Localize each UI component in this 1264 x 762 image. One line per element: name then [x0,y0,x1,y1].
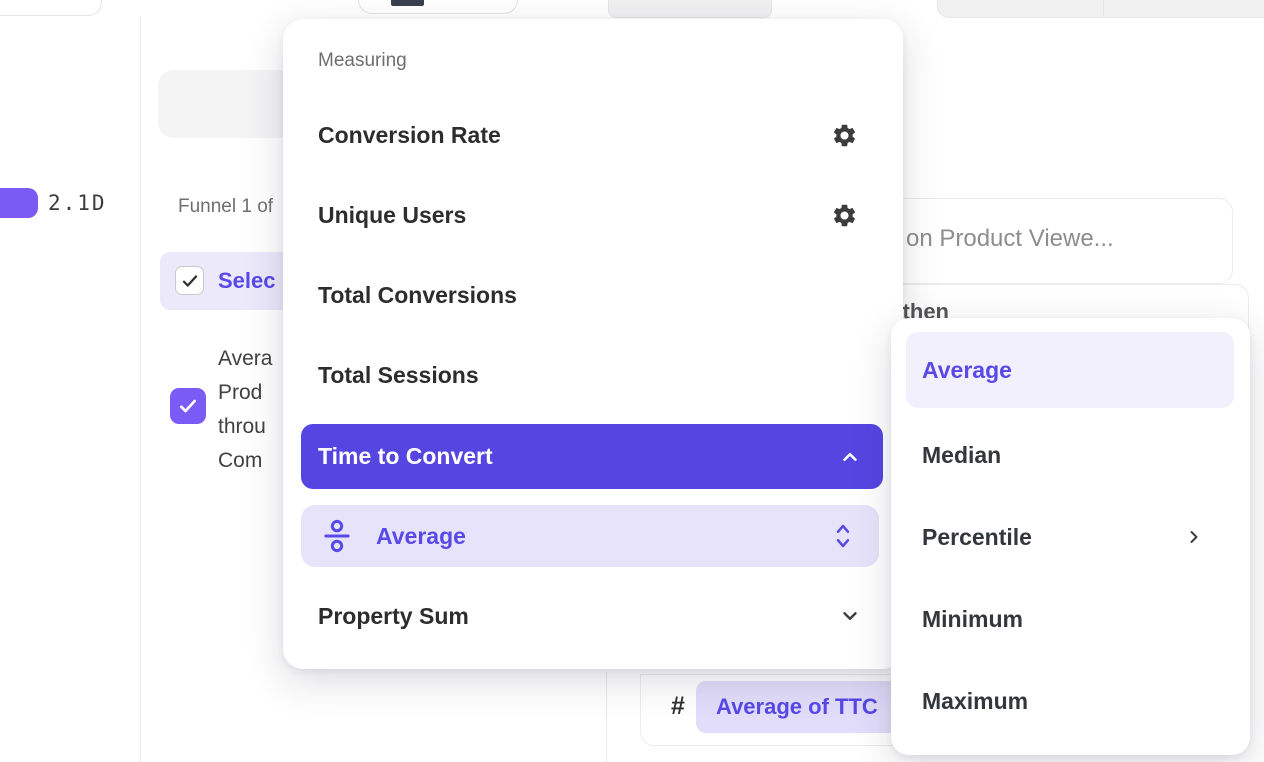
menu-item-label: Maximum [922,688,1028,715]
chart-icon [391,0,424,6]
menu-item-unique-users[interactable]: Unique Users [301,183,885,247]
menu-item-percentile[interactable]: Percentile [906,509,1234,565]
menu-item-label: Conversion Rate [318,122,501,149]
funnel-counter-label: Funnel 1 of [178,196,273,218]
chevron-down-icon [839,605,861,627]
series-legend-label: 2.1D [48,191,107,215]
menu-item-median[interactable]: Median [906,427,1234,483]
menu-item-conversion-rate[interactable]: Conversion Rate [301,103,885,167]
menu-subitem-label: Average [376,523,466,550]
menu-item-minimum[interactable]: Minimum [906,591,1234,647]
checkbox-checked[interactable] [175,266,204,295]
selected-measurement-label: Selec [218,268,276,294]
menu-item-property-sum[interactable]: Property Sum [301,584,885,648]
panel-divider [606,672,607,762]
series-legend-swatch[interactable] [0,188,38,218]
menu-item-label: Time to Convert [318,443,493,470]
menu-item-label: Property Sum [318,603,469,630]
menu-item-label: Median [922,442,1001,469]
average-of-ttc-label: Average of TTC [716,694,878,720]
menu-item-label: Total Conversions [318,282,517,309]
checkbox-purple-checked[interactable] [170,388,206,424]
chevron-right-icon [1184,527,1204,547]
step-description-line: Avera [218,342,288,376]
measuring-menu: Measuring Conversion Rate Unique Users T… [283,19,903,669]
menu-item-total-conversions[interactable]: Total Conversions [301,263,885,327]
menu-item-average-selected[interactable]: Average [906,332,1234,408]
chevron-up-icon [839,446,861,468]
menu-item-label: Percentile [922,524,1032,551]
checkmark-icon [181,272,199,290]
funnel-step-event-label: on Product Viewe... [906,225,1114,253]
menu-item-label: Minimum [922,606,1023,633]
menu-item-total-sessions[interactable]: Total Sessions [301,343,885,407]
menu-item-maximum[interactable]: Maximum [906,673,1234,729]
step-description: Avera Prod throu Com [218,342,288,478]
measuring-menu-header: Measuring [318,50,407,72]
gear-icon[interactable] [831,122,858,149]
toolbar-segment[interactable] [1103,0,1264,18]
menu-item-time-to-convert-selected[interactable]: Time to Convert [301,424,883,489]
aggregation-menu: Average Median Percentile Minimum Maximu… [891,318,1250,755]
step-description-line: throu [218,410,288,444]
checkmark-icon [178,396,198,416]
toolbar-segment[interactable] [608,0,772,18]
unfold-chevrons-icon [833,522,853,550]
menu-item-label: Unique Users [318,202,466,229]
panel-divider [140,16,141,762]
menu-item-label: Total Sessions [318,362,479,389]
step-description-line: Com [218,444,288,478]
toolbar-segment[interactable] [937,0,1104,18]
chart-type-button[interactable] [358,0,518,14]
step-description-line: Prod [218,376,288,410]
menu-subitem-average[interactable]: Average [301,505,879,567]
gear-icon[interactable] [831,202,858,229]
numeric-type-icon: # [671,692,685,721]
menu-item-label: Average [922,357,1012,384]
average-divide-icon [323,518,351,554]
app-screen: Sear 2.1D Funnel 1 of Selec Avera Prod t… [0,0,1264,762]
top-left-partial-card [0,0,102,16]
